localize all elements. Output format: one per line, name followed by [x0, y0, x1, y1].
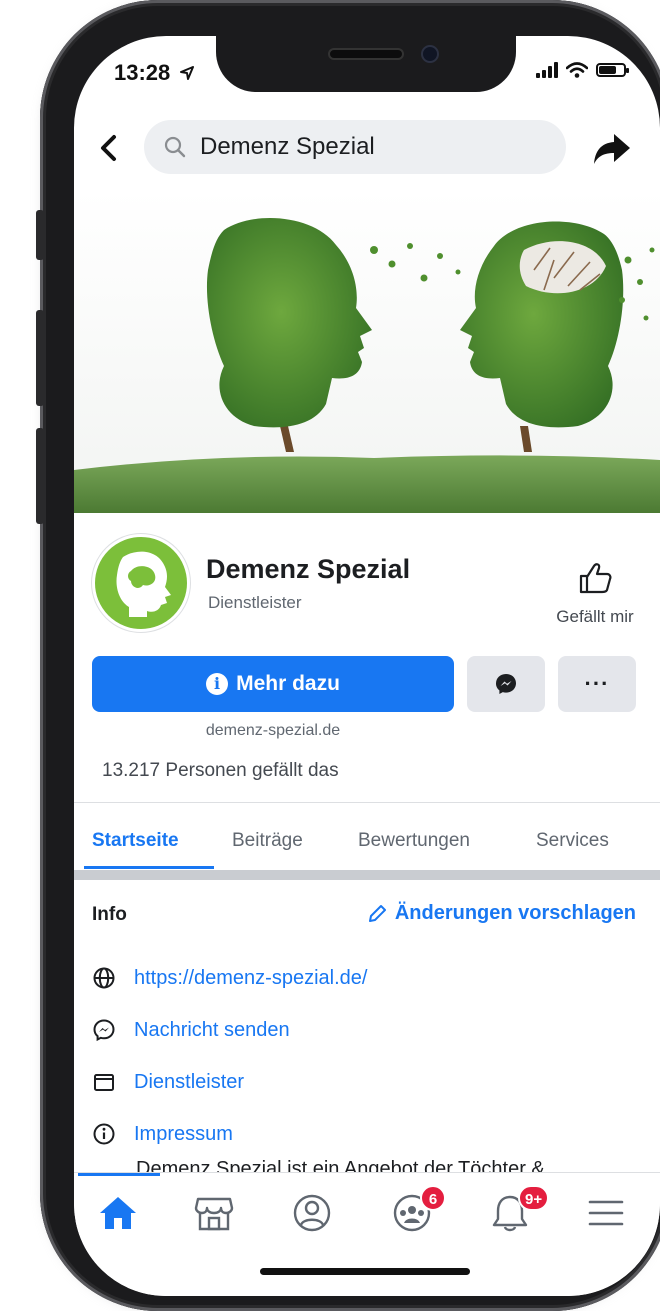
location-arrow-icon [180, 66, 195, 80]
notch [216, 36, 516, 92]
website-caption[interactable]: demenz-spezial.de [92, 722, 454, 740]
info-icon: i [206, 673, 229, 695]
nav-profile[interactable] [290, 1193, 344, 1239]
back-button[interactable] [92, 128, 132, 168]
status-time: 13:28 [114, 60, 195, 86]
suggest-edits-link[interactable]: Änderungen vorschlagen [367, 902, 636, 925]
active-nav-indicator [78, 1173, 160, 1176]
mehr-dazu-button[interactable]: i Mehr dazu [92, 656, 454, 712]
tab-startseite[interactable]: Startseite [92, 830, 179, 852]
info-item-label: Dienstleister [134, 1070, 245, 1093]
category-icon [94, 1074, 114, 1091]
tab-bewertungen[interactable]: Bewertungen [358, 830, 470, 852]
page-avatar[interactable] [92, 534, 190, 632]
home-icon [100, 1197, 136, 1229]
thumbs-up-icon [579, 563, 612, 594]
search-icon [164, 136, 186, 158]
messenger-icon [496, 674, 516, 694]
phone-screen: 13:28 Demenz Spezial Demenz Spezial Dien… [74, 36, 660, 1296]
messenger-button[interactable] [467, 656, 545, 712]
cellular-signal-icon [536, 62, 558, 78]
side-button-volume-up [36, 310, 44, 406]
info-item-category[interactable]: Dienstleister [92, 1070, 244, 1094]
info-item-label: https://demenz-spezial.de/ [134, 966, 368, 989]
speaker [328, 48, 404, 60]
groups-badge: 6 [420, 1185, 446, 1211]
nav-groups[interactable]: 6 [390, 1185, 446, 1239]
like-label: Gefällt mir [556, 607, 634, 626]
page-tabs: Startseite Beiträge Bewertungen Services [74, 814, 660, 870]
info-item-website[interactable]: https://demenz-spezial.de/ [92, 966, 367, 990]
share-button[interactable] [592, 132, 632, 166]
info-item-message[interactable]: Nachricht senden [92, 1018, 290, 1042]
search-query: Demenz Spezial [200, 133, 375, 160]
divider [74, 802, 660, 803]
info-item-impressum[interactable]: Impressum [92, 1122, 233, 1146]
home-indicator[interactable] [260, 1268, 470, 1275]
side-button-volume-down [36, 428, 44, 524]
front-camera [421, 45, 439, 63]
profile-icon [293, 1194, 331, 1232]
bottom-nav: 6 9+ [74, 1172, 660, 1296]
brain-head-logo-icon [116, 551, 171, 617]
cover-photo[interactable] [74, 190, 660, 513]
info-circle-icon [93, 1123, 115, 1145]
marketplace-icon [194, 1197, 234, 1231]
more-dots-icon: ··· [584, 671, 610, 696]
globe-icon [93, 967, 115, 989]
chevron-left-icon [101, 135, 116, 161]
nav-marketplace[interactable] [192, 1193, 246, 1239]
active-tab-indicator [84, 866, 214, 869]
more-options-button[interactable]: ··· [558, 656, 636, 712]
page-category: Dienstleister [208, 593, 302, 612]
page-name: Demenz Spezial [206, 554, 411, 584]
nav-notifications[interactable]: 9+ [488, 1185, 550, 1239]
cta-label: Mehr dazu [236, 672, 340, 695]
suggest-edits-label: Änderungen vorschlagen [394, 902, 636, 924]
wifi-icon [566, 62, 588, 78]
info-heading: Info [92, 904, 127, 925]
share-arrow-icon [594, 134, 630, 164]
info-item-label: Impressum [134, 1122, 233, 1145]
info-item-label: Nachricht senden [134, 1018, 290, 1041]
side-button-mute [36, 210, 44, 260]
pencil-icon [368, 904, 386, 922]
menu-icon [588, 1200, 624, 1226]
tab-services[interactable]: Services [536, 830, 609, 852]
status-icons [536, 62, 629, 78]
messenger-icon [93, 1019, 115, 1042]
likes-count[interactable]: 13.217 Personen gefällt das [102, 760, 339, 782]
search-input[interactable]: Demenz Spezial [144, 120, 566, 174]
cover-illustration [74, 190, 660, 513]
battery-icon [596, 63, 629, 77]
like-button[interactable]: Gefällt mir [540, 558, 650, 627]
tab-beitraege[interactable]: Beiträge [232, 830, 303, 852]
nav-menu[interactable] [584, 1193, 638, 1239]
nav-home[interactable] [96, 1193, 150, 1239]
section-divider [74, 870, 660, 880]
notifications-badge: 9+ [518, 1185, 550, 1211]
